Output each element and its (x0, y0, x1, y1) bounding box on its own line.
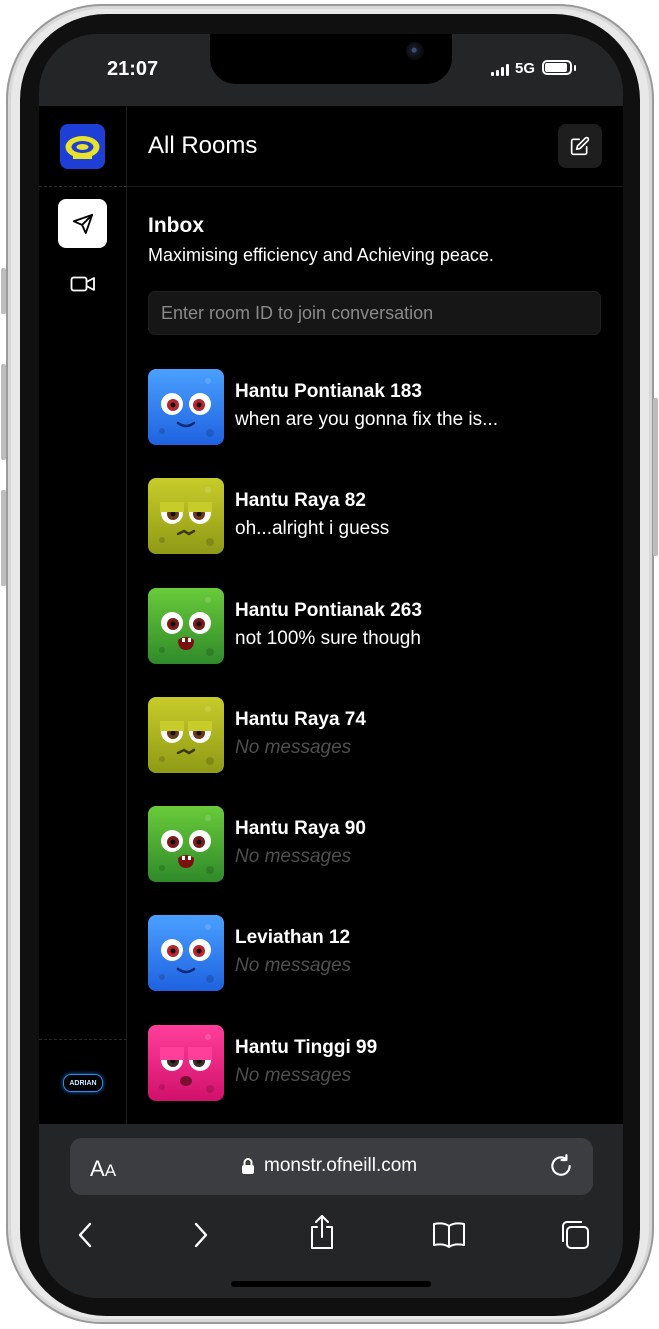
room-last-message: No messages (235, 955, 352, 977)
sidebar-divider (39, 186, 127, 187)
room-list-item[interactable]: Hantu Pontianak 263 not 100% sure though (148, 587, 603, 697)
book-icon (433, 1222, 465, 1248)
sidebar-item-messages[interactable] (58, 199, 107, 248)
room-name: Hantu Tinggi 99 (235, 1036, 378, 1058)
network-label: 5G (515, 60, 536, 77)
text-size-button[interactable]: AA (90, 1156, 116, 1182)
lock-icon (242, 1158, 254, 1174)
room-list-item[interactable]: Hantu Pontianak 183 when are you gonna f… (148, 369, 603, 478)
battery-tip (574, 65, 576, 71)
room-name: Hantu Pontianak 263 (235, 599, 422, 621)
logo-icon (65, 136, 100, 159)
chevron-left-icon (78, 1222, 92, 1248)
browser-toolbar: AA monstr.ofneill.com (39, 1124, 623, 1298)
room-name: Hantu Raya 82 (235, 490, 366, 512)
yellow-monster-avatar (148, 696, 224, 773)
room-last-message: oh...alright i guess (235, 518, 390, 540)
dynamic-island (210, 34, 452, 84)
reload-icon[interactable] (548, 1153, 574, 1179)
room-name: Leviathan 12 (235, 927, 351, 949)
status-bar: 21:07 5G (39, 34, 623, 106)
page-header: All Rooms (127, 106, 623, 187)
inbox-subtitle: Maximising efficiency and Achieving peac… (148, 245, 494, 265)
room-last-message: No messages (235, 846, 352, 868)
address-bar[interactable]: AA monstr.ofneill.com (70, 1138, 593, 1195)
room-name: Hantu Raya 74 (235, 708, 366, 730)
chevron-right-icon (194, 1222, 208, 1248)
phone-side-button (653, 398, 658, 556)
status-time: 21:07 (107, 58, 159, 80)
text-size-label-small: A (104, 1161, 117, 1180)
text-size-label-large: A (90, 1156, 105, 1181)
share-icon (311, 1215, 333, 1249)
room-list-item[interactable]: Hantu Tinggi 99 No messages (148, 1024, 603, 1134)
send-icon (72, 213, 93, 234)
room-list-item[interactable]: Hantu Raya 74 No messages (148, 696, 603, 806)
blue-monster-avatar (148, 369, 224, 445)
green-monster-avatar (148, 806, 224, 883)
inbox-heading: Inbox (148, 214, 204, 237)
forward-button[interactable] (184, 1218, 218, 1252)
room-list-item[interactable]: Hantu Raya 82 oh...alright i guess (148, 478, 603, 587)
new-room-button[interactable] (558, 124, 602, 168)
tabs-button[interactable] (558, 1218, 592, 1252)
green-monster-avatar (148, 587, 224, 664)
camera-icon (406, 42, 424, 60)
back-button[interactable] (68, 1218, 102, 1252)
pink-monster-avatar (148, 1024, 224, 1101)
page-title: All Rooms (148, 132, 258, 159)
bookmarks-button[interactable] (432, 1218, 466, 1252)
room-name: Hantu Pontianak 183 (235, 381, 422, 402)
room-list: Hantu Pontianak 183 when are you gonna f… (148, 369, 603, 1134)
yellow-monster-avatar (148, 478, 224, 555)
home-indicator (231, 1281, 431, 1287)
room-last-message: not 100% sure though (235, 627, 421, 649)
url-text: monstr.ofneill.com (264, 1155, 418, 1176)
room-id-input[interactable] (148, 291, 601, 335)
blue-monster-avatar (148, 915, 224, 992)
room-last-message: No messages (235, 736, 352, 758)
phone-screen: 21:07 5G ADRIAN All Rooms Inbox Maximisi… (39, 34, 623, 1298)
phone-side-button (1, 268, 6, 314)
phone-side-button (1, 364, 6, 460)
share-button[interactable] (305, 1212, 339, 1252)
edit-icon (570, 136, 590, 156)
app-logo[interactable] (60, 124, 105, 169)
room-last-message: when are you gonna fix the is... (235, 409, 498, 430)
sidebar-item-video[interactable] (69, 274, 97, 294)
battery-icon (542, 60, 572, 75)
signal-icon (491, 64, 509, 76)
room-name: Hantu Raya 90 (235, 818, 366, 840)
user-avatar-badge[interactable]: ADRIAN (63, 1074, 103, 1092)
room-list-item[interactable]: Leviathan 12 No messages (148, 915, 603, 1024)
room-last-message: No messages (235, 1064, 352, 1086)
tabs-icon (562, 1221, 589, 1249)
sidebar-divider (39, 1039, 127, 1040)
room-list-item[interactable]: Hantu Raya 90 No messages (148, 806, 603, 915)
phone-side-button (1, 490, 6, 586)
sidebar: ADRIAN (39, 106, 127, 1124)
video-icon (70, 276, 95, 292)
